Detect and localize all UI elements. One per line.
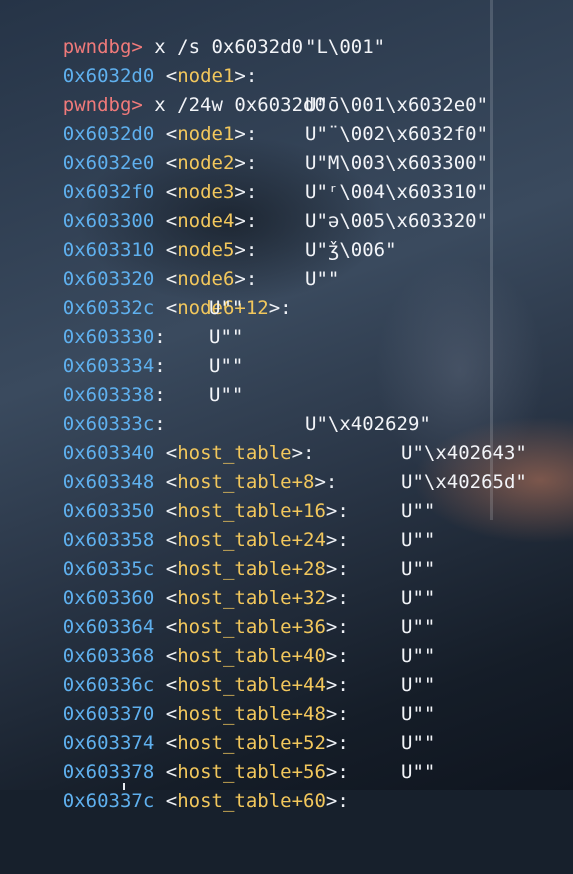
value: U"" bbox=[401, 558, 436, 580]
value: U"\x40265d" bbox=[401, 471, 527, 493]
memory-line: 0x6032d0 <node1>: U"ō\001\x6032e0" bbox=[17, 91, 573, 145]
memory-line: 0x603360 <host_table+32>: U"" bbox=[17, 555, 573, 609]
value: U"" bbox=[401, 732, 436, 754]
value: U"" bbox=[401, 674, 436, 696]
value: U"" bbox=[401, 587, 436, 609]
value: "L\001" bbox=[305, 36, 386, 58]
address: 0x60337c bbox=[62, 790, 155, 812]
memory-line: 0x603334: U"" bbox=[17, 323, 573, 377]
memory-line: 0x603338: U"" bbox=[17, 352, 573, 406]
prompt-line: pwndbg> x /s 0x6032d0 bbox=[17, 4, 573, 58]
symbol: host_table+60 bbox=[177, 790, 326, 812]
value: U"" bbox=[209, 326, 244, 348]
memory-line: 0x6032f0 <node3>: U"M\003\x603300" bbox=[17, 149, 573, 203]
value: U"" bbox=[305, 268, 340, 290]
memory-line: 0x603320 <node6>: U"ǯ\006" bbox=[17, 236, 573, 290]
value: U"\x402629" bbox=[305, 413, 431, 435]
value: U"\x402643" bbox=[401, 442, 527, 464]
memory-line: 0x60337c <host_table+60>: U"" bbox=[17, 758, 573, 812]
memory-line: 0x60332c <node6+12>: U"" bbox=[17, 265, 573, 319]
memory-line: 0x603300 <node4>: U"ʳ\004\x603310" bbox=[17, 178, 573, 232]
text-cursor bbox=[123, 783, 125, 790]
memory-line: 0x603340 <host_table>: U"\x402629" bbox=[17, 410, 573, 464]
memory-line: 0x603358 <host_table+24>: U"" bbox=[17, 497, 573, 551]
memory-line: 0x60336c <host_table+44>: U"" bbox=[17, 642, 573, 696]
memory-line: 0x603350 <host_table+16>: U"\x40265d" bbox=[17, 468, 573, 522]
value: U"ǯ\006" bbox=[305, 239, 397, 261]
value: U"ə\005\x603320" bbox=[305, 210, 489, 232]
value: U"" bbox=[209, 297, 244, 319]
memory-line: 0x60335c <host_table+28>: U"" bbox=[17, 526, 573, 580]
value: U"" bbox=[209, 384, 244, 406]
memory-line: 0x6032e0 <node2>: U"¨\002\x6032f0" bbox=[17, 120, 573, 174]
memory-line: 0x603330: U"" bbox=[17, 294, 573, 348]
memory-line: 0x603310 <node5>: U"ə\005\x603320" bbox=[17, 207, 573, 261]
value: U"" bbox=[401, 529, 436, 551]
value: U"" bbox=[401, 703, 436, 725]
value: U"" bbox=[401, 645, 436, 667]
memory-line: 0x603364 <host_table+36>: U"" bbox=[17, 584, 573, 638]
value: U"" bbox=[209, 355, 244, 377]
value: U"ʳ\004\x603310" bbox=[305, 181, 489, 203]
memory-line: 0x60333c: U"" bbox=[17, 381, 573, 435]
memory-line: 0x603348 <host_table+8>: U"\x402643" bbox=[17, 439, 573, 493]
value: U"¨\002\x6032f0" bbox=[305, 123, 489, 145]
value: U"M\003\x603300" bbox=[305, 152, 489, 174]
value: U"ō\001\x6032e0" bbox=[305, 94, 489, 116]
value: U"" bbox=[401, 616, 436, 638]
memory-line: 0x603378 <host_table+56>: U"" bbox=[17, 729, 573, 783]
value: U"" bbox=[401, 761, 436, 783]
value: U"" bbox=[401, 500, 436, 522]
memory-line: 0x603374 <host_table+52>: U"" bbox=[17, 700, 573, 754]
terminal-output[interactable]: pwndbg> x /s 0x6032d0 0x6032d0 <node1>: … bbox=[17, 4, 573, 812]
memory-line: 0x603370 <host_table+48>: U"" bbox=[17, 671, 573, 725]
memory-line: 0x6032d0 <node1>: "L\001" bbox=[17, 33, 573, 87]
prompt-line: pwndbg> x /24w 0x6032d0 bbox=[17, 62, 573, 116]
memory-line: 0x603368 <host_table+40>: U"" bbox=[17, 613, 573, 667]
